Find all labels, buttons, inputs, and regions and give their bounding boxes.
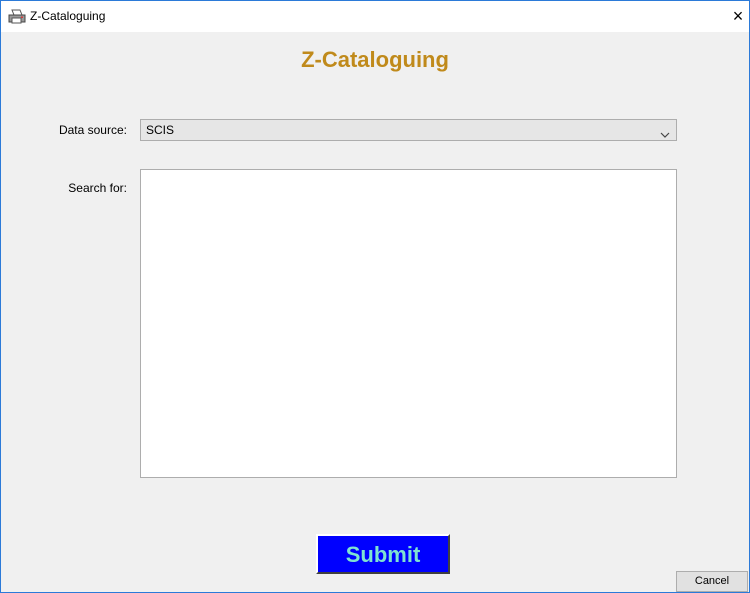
data-source-select[interactable]: SCIS [140,119,677,141]
data-source-value: SCIS [146,123,175,137]
main-window: Z-Cataloguing × Z-Cataloguing Data sourc… [0,0,750,593]
page-title: Z-Cataloguing [301,47,449,72]
search-input[interactable] [140,169,677,478]
chevron-down-icon [660,126,670,138]
printer-icon [8,9,26,25]
close-button[interactable]: × [727,1,749,32]
title-bar[interactable]: Z-Cataloguing × [1,1,749,32]
window-title: Z-Cataloguing [30,9,106,23]
data-source-label: Data source: [58,123,127,137]
search-label: Search for: [68,181,127,195]
cancel-button[interactable]: Cancel [676,571,748,592]
submit-button[interactable]: Submit [316,534,450,574]
